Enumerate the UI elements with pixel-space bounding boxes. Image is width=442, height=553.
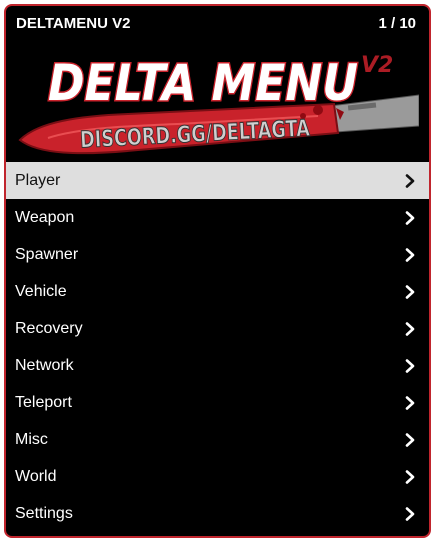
- banner-logo-text: DELTA MENU: [48, 54, 358, 112]
- menu-item-label: Misc: [15, 431, 48, 448]
- menu-item-network[interactable]: Network: [6, 347, 429, 384]
- menu-item-label: Settings: [15, 505, 73, 522]
- chevron-right-icon: [405, 470, 415, 484]
- menu-item-label: Network: [15, 357, 74, 374]
- chevron-right-icon: [405, 433, 415, 447]
- chevron-right-icon: [405, 174, 415, 188]
- menu-item-misc[interactable]: Misc: [6, 421, 429, 458]
- chevron-right-icon: [405, 359, 415, 373]
- menu-item-player[interactable]: Player: [6, 162, 429, 199]
- menu-item-label: Weapon: [15, 209, 75, 226]
- page-indicator: 1 / 10: [378, 15, 416, 32]
- menu-item-world[interactable]: World: [6, 458, 429, 495]
- menu-list: Player Weapon Spawner Vehicle Recovery N…: [6, 162, 429, 532]
- menu-item-teleport[interactable]: Teleport: [6, 384, 429, 421]
- menu-banner: DISCORD.GG/DELTAGTA DELTA MENU V2: [18, 40, 419, 158]
- menu-item-label: Player: [15, 172, 61, 189]
- chevron-right-icon: [405, 211, 415, 225]
- menu-header: DELTAMENU V2 1 / 10: [6, 6, 429, 40]
- chevron-right-icon: [405, 507, 415, 521]
- menu-item-recovery[interactable]: Recovery: [6, 310, 429, 347]
- menu-item-label: Recovery: [15, 320, 83, 337]
- delta-menu-window: DELTAMENU V2 1 / 10 DISCORD.GG/DELTAGTA …: [4, 4, 431, 538]
- menu-item-label: Teleport: [15, 394, 72, 411]
- chevron-right-icon: [405, 248, 415, 262]
- menu-item-spawner[interactable]: Spawner: [6, 236, 429, 273]
- menu-title: DELTAMENU V2: [16, 15, 131, 32]
- chevron-right-icon: [405, 285, 415, 299]
- menu-item-weapon[interactable]: Weapon: [6, 199, 429, 236]
- chevron-right-icon: [405, 322, 415, 336]
- menu-item-vehicle[interactable]: Vehicle: [6, 273, 429, 310]
- menu-item-label: Spawner: [15, 246, 79, 263]
- banner-version-text: V2: [361, 53, 393, 78]
- menu-item-settings[interactable]: Settings: [6, 495, 429, 532]
- banner-logo: DISCORD.GG/DELTAGTA DELTA MENU V2: [18, 53, 419, 155]
- chevron-right-icon: [405, 396, 415, 410]
- menu-item-label: World: [15, 468, 57, 485]
- menu-item-label: Vehicle: [15, 283, 67, 300]
